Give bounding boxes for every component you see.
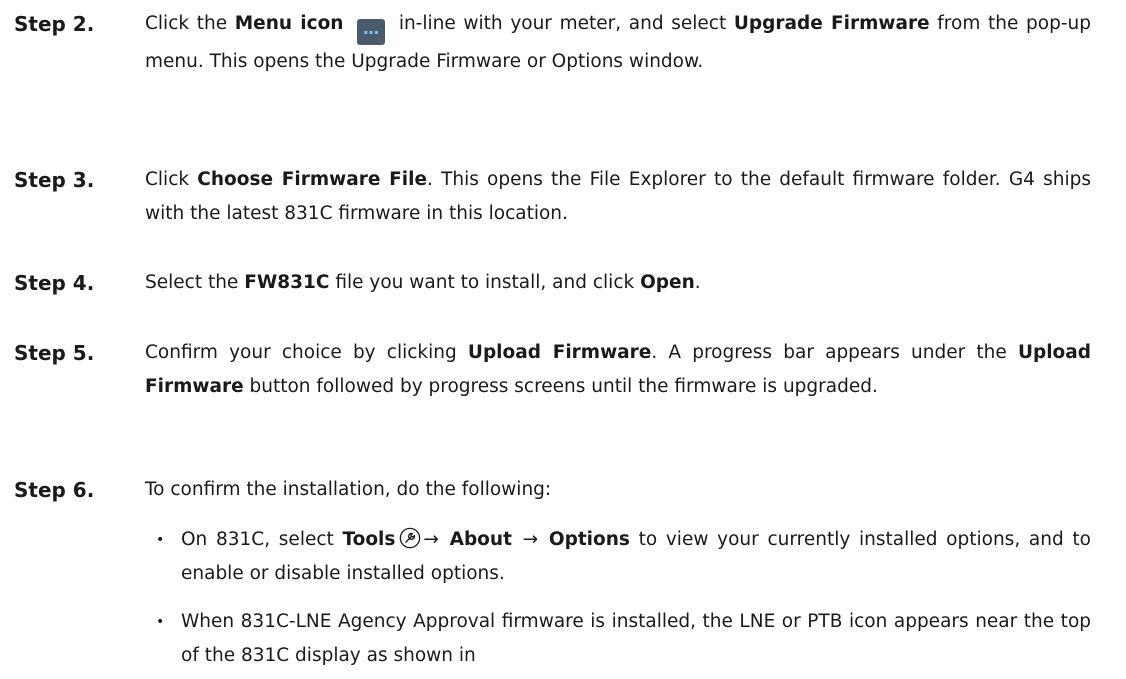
step-text: To confirm the installation, do the foll… bbox=[145, 479, 552, 500]
bullet-text: On 831C, select Tools → About → Options t… bbox=[181, 527, 1091, 584]
bullet-text: When 831C-LNE Agency Approval firmware i… bbox=[181, 611, 1091, 666]
step-label: Step 6. bbox=[14, 478, 95, 502]
bullet-dot: • bbox=[156, 532, 165, 548]
step-label: Step 3. bbox=[14, 168, 95, 192]
step-label: Step 2. bbox=[14, 12, 95, 36]
step-text: Click the Menu icon … in-line with your … bbox=[145, 13, 1091, 72]
wrench-icon bbox=[400, 527, 421, 549]
step-label: Step 5. bbox=[14, 341, 95, 365]
arrow-icon: → bbox=[522, 529, 539, 550]
arrow-icon: → bbox=[423, 529, 439, 550]
step-text: Select the FW831C file you want to insta… bbox=[145, 272, 701, 293]
bullet-dot: • bbox=[156, 614, 165, 630]
step-label: Step 4. bbox=[14, 271, 95, 295]
step-text: Confirm your choice by clicking Upload F… bbox=[145, 342, 1091, 397]
step-text: Click Choose Firmware File. This opens t… bbox=[145, 169, 1091, 224]
menu-icon: … bbox=[357, 19, 386, 45]
